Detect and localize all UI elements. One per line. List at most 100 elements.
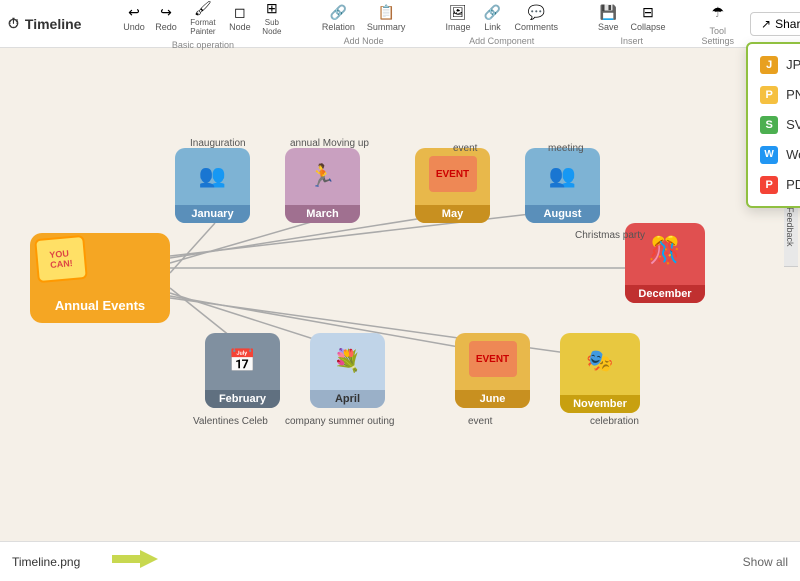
february-node[interactable]: 📅 February bbox=[205, 333, 280, 408]
node-label: Node bbox=[229, 22, 251, 32]
april-label: April bbox=[310, 390, 385, 408]
relation-icon: 🔗 bbox=[328, 3, 348, 21]
pdf-icon: P bbox=[760, 176, 778, 194]
february-label: February bbox=[205, 390, 280, 408]
basic-operation-icons: ↩ Undo ↪ Redo 🖌 Format Painter ◻ Node ⊞ … bbox=[120, 0, 286, 38]
meeting-label: meeting bbox=[548, 143, 584, 154]
may-label: May bbox=[415, 205, 490, 223]
image-button[interactable]: 🖼 Image bbox=[441, 1, 474, 34]
arrow-indicator bbox=[110, 547, 160, 576]
format-painter-label: Format Painter bbox=[188, 18, 218, 36]
january-node[interactable]: 👥 January bbox=[175, 148, 250, 223]
share-icon: ↗ bbox=[761, 17, 771, 31]
june-label: June bbox=[455, 390, 530, 408]
summary-button[interactable]: 📋 Summary bbox=[363, 1, 410, 34]
export-pdf[interactable]: P PDF file bbox=[748, 170, 800, 200]
export-png[interactable]: P PNG image bbox=[748, 80, 800, 110]
august-node[interactable]: 👥 August bbox=[525, 148, 600, 223]
save-button[interactable]: 💾 Save bbox=[594, 1, 623, 34]
summary-icon: 📋 bbox=[376, 3, 396, 21]
link-button[interactable]: 🔗 Link bbox=[478, 1, 506, 34]
export-jpg[interactable]: J JPG image bbox=[748, 50, 800, 80]
march-node[interactable]: 🏃 March bbox=[285, 148, 360, 223]
tool-settings-label: Tool Settings bbox=[702, 26, 735, 46]
march-label: March bbox=[285, 205, 360, 223]
tool-settings-icons: ☂ bbox=[704, 2, 732, 24]
format-painter-button[interactable]: 🖌 Format Painter bbox=[184, 0, 222, 38]
toolbar-right: ↗ Share Export J JPG image P PNG image S… bbox=[750, 12, 800, 36]
april-emoji: 💐 bbox=[310, 333, 385, 388]
may-node[interactable]: EVENT May bbox=[415, 148, 490, 223]
sub-node-button[interactable]: ⊞ Sub Node bbox=[258, 0, 286, 38]
link-icon: 🔗 bbox=[482, 3, 502, 21]
may-emoji: EVENT bbox=[429, 156, 477, 192]
valentines-label: Valentines Celeb bbox=[193, 416, 268, 427]
jpg-icon: J bbox=[760, 56, 778, 74]
basic-op-label: Basic operation bbox=[172, 40, 234, 50]
save-icon: 💾 bbox=[598, 3, 618, 21]
august-label: August bbox=[525, 205, 600, 223]
collapse-button[interactable]: ⊟ Collapse bbox=[626, 1, 669, 34]
celebration-label: celebration bbox=[590, 416, 639, 427]
export-jpg-label: JPG image bbox=[786, 57, 800, 72]
january-label: January bbox=[175, 205, 250, 223]
january-emoji: 👥 bbox=[175, 148, 250, 203]
link-label: Link bbox=[484, 22, 501, 32]
timeline-icon: ⏱ bbox=[8, 15, 19, 32]
add-component-section: 🖼 Image 🔗 Link 💬 Comments Add Component bbox=[441, 1, 562, 46]
june-node[interactable]: EVENT June bbox=[455, 333, 530, 408]
node-button[interactable]: ◻ Node bbox=[226, 1, 254, 34]
export-png-label: PNG image bbox=[786, 87, 800, 102]
export-word[interactable]: W Word file bbox=[748, 140, 800, 170]
tool-settings-section: ☂ Tool Settings bbox=[702, 2, 735, 46]
sub-node-icon: ⊞ bbox=[262, 0, 282, 17]
christmas-party-label: Christmas party bbox=[575, 230, 645, 241]
june-emoji: EVENT bbox=[469, 341, 517, 377]
app-title: ⏱ Timeline bbox=[8, 15, 88, 32]
central-node[interactable]: YOUCAN! Annual Events bbox=[30, 233, 170, 323]
december-label: December bbox=[625, 285, 705, 303]
add-node-label: Add Node bbox=[344, 36, 384, 46]
event-june-label: event bbox=[468, 416, 492, 427]
download-arrow-svg bbox=[110, 547, 160, 571]
image-label: Image bbox=[445, 22, 470, 32]
collapse-label: Collapse bbox=[630, 22, 665, 32]
show-all-link[interactable]: Show all bbox=[743, 555, 788, 569]
download-notification: Timeline.png Show all bbox=[0, 541, 800, 581]
export-word-label: Word file bbox=[786, 147, 800, 162]
insert-icons: 💾 Save ⊟ Collapse bbox=[594, 1, 670, 34]
summer-outing-label: company summer outing bbox=[285, 416, 395, 427]
add-component-label: Add Component bbox=[469, 36, 534, 46]
central-node-label: Annual Events bbox=[30, 297, 170, 315]
insert-section: 💾 Save ⊟ Collapse Insert bbox=[594, 1, 670, 46]
node-icon: ◻ bbox=[230, 3, 250, 21]
april-node[interactable]: 💐 April bbox=[310, 333, 385, 408]
relation-button[interactable]: 🔗 Relation bbox=[318, 1, 359, 34]
comments-button[interactable]: 💬 Comments bbox=[510, 1, 562, 34]
settings-icon: ☂ bbox=[708, 4, 728, 22]
comments-label: Comments bbox=[514, 22, 558, 32]
comments-icon: 💬 bbox=[526, 3, 546, 21]
add-component-icons: 🖼 Image 🔗 Link 💬 Comments bbox=[441, 1, 562, 34]
redo-icon: ↪ bbox=[156, 3, 176, 21]
toolbar: ⏱ Timeline ↩ Undo ↪ Redo 🖌 Format Painte… bbox=[0, 0, 800, 48]
undo-button[interactable]: ↩ Undo bbox=[120, 1, 148, 34]
august-emoji: 👥 bbox=[525, 148, 600, 203]
inauguration-label: Inauguration bbox=[190, 138, 246, 149]
add-node-section: 🔗 Relation 📋 Summary Add Node bbox=[318, 1, 410, 46]
share-button[interactable]: ↗ Share bbox=[750, 12, 800, 36]
event-may-label: event bbox=[453, 143, 477, 154]
export-svg-label: SVG file bbox=[786, 117, 800, 132]
save-label: Save bbox=[598, 22, 619, 32]
redo-button[interactable]: ↪ Redo bbox=[152, 1, 180, 34]
november-emoji: 🎭 bbox=[560, 333, 640, 388]
november-node[interactable]: 🎭 November bbox=[560, 333, 640, 413]
summary-label: Summary bbox=[367, 22, 406, 32]
export-pdf-label: PDF file bbox=[786, 177, 800, 192]
annual-moving-label: annual Moving up bbox=[290, 138, 369, 149]
main-canvas[interactable]: YOUCAN! Annual Events 👥 January 🏃 March … bbox=[0, 48, 784, 541]
share-label: Share bbox=[775, 17, 800, 31]
export-svg[interactable]: S SVG file bbox=[748, 110, 800, 140]
redo-label: Redo bbox=[155, 22, 177, 32]
tool-settings-button[interactable]: ☂ bbox=[704, 2, 732, 24]
